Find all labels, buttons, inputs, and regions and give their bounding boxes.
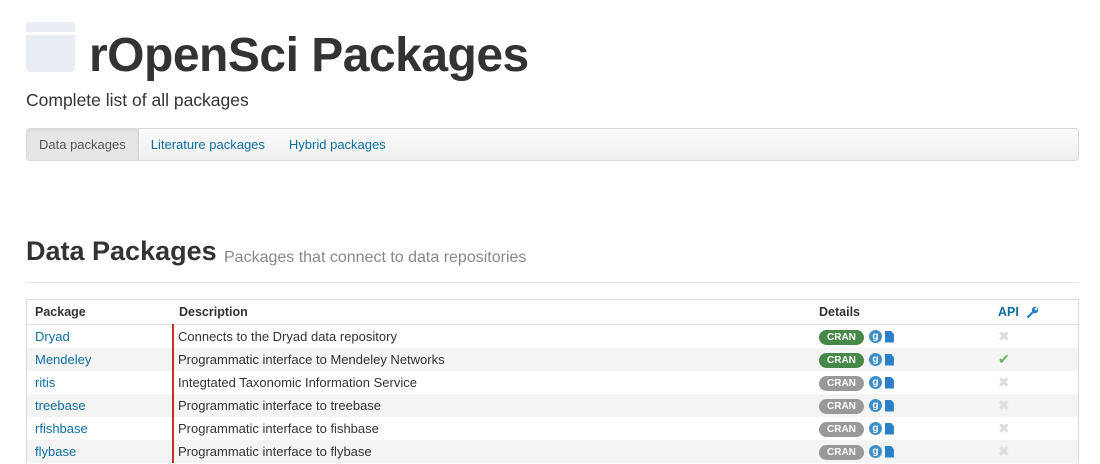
packages-table: Package Description Details API Dryad Con… [26, 299, 1079, 463]
document-icon[interactable] [884, 399, 894, 412]
cross-icon: ✖ [998, 328, 1010, 344]
package-cell: flybase [26, 440, 173, 463]
column-header-description: Description [173, 299, 815, 325]
column-header-package: Package [26, 299, 173, 325]
page-header: rOpenSci Packages Complete list of all p… [0, 0, 1100, 128]
table-row: Mendeley Programmatic interface to Mendel… [26, 348, 1079, 371]
details-cell: CRAN g [815, 324, 993, 348]
table-row: Dryad Connects to the Dryad data reposito… [26, 324, 1079, 348]
api-cell: ✖ [993, 417, 1079, 440]
cross-icon: ✖ [998, 443, 1010, 459]
cross-icon: ✖ [998, 420, 1010, 436]
cran-badge[interactable]: CRAN [819, 445, 864, 461]
table-row: ritis Integtated Taxonomic Information Se… [26, 371, 1079, 394]
package-link[interactable]: Dryad [35, 329, 70, 344]
section-subtitle: Packages that connect to data repositori… [224, 249, 527, 266]
details-cell: CRAN g [815, 440, 993, 463]
document-icon[interactable] [884, 353, 894, 366]
description-cell: Programmatic interface to Mendeley Netwo… [172, 348, 815, 371]
tab-literature-packages[interactable]: Literature packages [139, 129, 277, 160]
package-cell: rfishbase [26, 417, 173, 440]
details-cell: CRAN g [815, 348, 993, 371]
column-header-api: API [993, 299, 1079, 325]
table-row: treebase Programmatic interface to treeba… [26, 394, 1079, 417]
details-cell: CRAN g [815, 394, 993, 417]
api-cell: ✖ [993, 324, 1079, 348]
api-cell: ✖ [993, 371, 1079, 394]
package-link[interactable]: rfishbase [35, 421, 88, 436]
section-header: Data Packages Packages that connect to d… [26, 236, 1079, 283]
document-icon[interactable] [884, 422, 894, 435]
cran-badge[interactable]: CRAN [819, 422, 864, 438]
section-title: Data Packages [26, 236, 217, 266]
api-cell: ✖ [993, 394, 1079, 417]
api-cell: ✖ [993, 440, 1079, 463]
document-icon[interactable] [884, 445, 894, 458]
table-row: rfishbase Programmatic interface to fishb… [26, 417, 1079, 440]
github-icon[interactable]: g [868, 399, 882, 413]
github-icon[interactable]: g [868, 445, 882, 459]
cran-badge[interactable]: CRAN [819, 399, 864, 415]
document-icon[interactable] [884, 376, 894, 389]
github-icon[interactable]: g [868, 353, 882, 367]
api-cell: ✔ [993, 348, 1079, 371]
package-link[interactable]: treebase [35, 398, 86, 413]
description-cell: Programmatic interface to fishbase [172, 417, 815, 440]
package-cell: Dryad [26, 324, 173, 348]
check-icon: ✔ [998, 351, 1010, 367]
cran-badge[interactable]: CRAN [819, 330, 864, 346]
package-category-tabs: Data packages Literature packages Hybrid… [26, 128, 1079, 161]
cross-icon: ✖ [998, 397, 1010, 413]
package-link[interactable]: flybase [35, 444, 76, 459]
tab-hybrid-packages[interactable]: Hybrid packages [277, 129, 398, 160]
description-cell: Programmatic interface to flybase [172, 440, 815, 463]
package-cell: treebase [26, 394, 173, 417]
package-cell: Mendeley [26, 348, 173, 371]
box-icon [26, 22, 75, 72]
cross-icon: ✖ [998, 374, 1010, 390]
details-cell: CRAN g [815, 371, 993, 394]
document-icon[interactable] [884, 330, 894, 343]
details-cell: CRAN g [815, 417, 993, 440]
package-cell: ritis [26, 371, 173, 394]
table-row: flybase Programmatic interface to flybase… [26, 440, 1079, 463]
github-icon[interactable]: g [868, 376, 882, 390]
github-icon[interactable]: g [868, 422, 882, 436]
github-icon[interactable]: g [868, 330, 882, 344]
api-header-label: API [998, 304, 1019, 319]
cran-badge[interactable]: CRAN [819, 376, 864, 392]
description-cell: Integtated Taxonomic Information Service [172, 371, 815, 394]
description-cell: Programmatic interface to treebase [172, 394, 815, 417]
package-link[interactable]: ritis [35, 375, 55, 390]
package-link[interactable]: Mendeley [35, 352, 91, 367]
tab-data-packages[interactable]: Data packages [27, 129, 139, 160]
wrench-icon [1027, 306, 1039, 319]
page-subtitle: Complete list of all packages [26, 90, 249, 110]
cran-badge[interactable]: CRAN [819, 353, 864, 369]
description-cell: Connects to the Dryad data repository [172, 324, 815, 348]
table-header-row: Package Description Details API [26, 299, 1079, 325]
page-title: rOpenSci Packages [89, 29, 529, 82]
column-header-details: Details [815, 299, 993, 325]
